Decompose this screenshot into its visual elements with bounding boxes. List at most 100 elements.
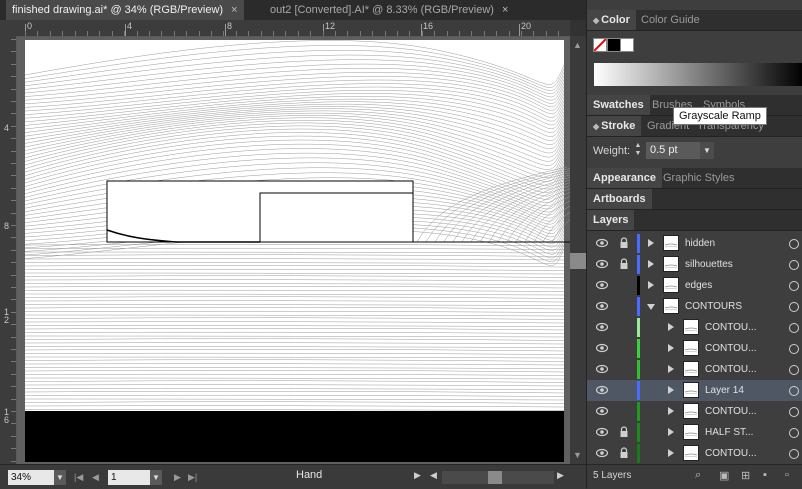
eye-icon[interactable] (595, 238, 609, 248)
layer-row[interactable]: CONTOU... (587, 338, 802, 360)
tab-stroke[interactable]: ◆ Stroke (587, 116, 642, 136)
disclosure-collapsed-icon[interactable] (648, 239, 654, 247)
layer-target-icon[interactable] (789, 239, 799, 249)
scroll-down-icon[interactable]: ▼ (573, 450, 582, 460)
weight-dropdown-chevron-icon[interactable]: ▼ (700, 142, 714, 159)
eye-icon[interactable] (595, 385, 609, 395)
disclosure-expanded-icon[interactable] (647, 304, 655, 310)
eye-icon[interactable] (595, 448, 609, 458)
disclosure-collapsed-icon[interactable] (668, 365, 674, 373)
none-fill-swatch[interactable] (593, 38, 607, 52)
disclosure-collapsed-icon[interactable] (668, 428, 674, 436)
disclosure-collapsed-icon[interactable] (648, 260, 654, 268)
layer-target-icon[interactable] (789, 386, 799, 396)
black-swatch[interactable] (607, 38, 621, 52)
eye-icon[interactable] (595, 406, 609, 416)
disclosure-collapsed-icon[interactable] (668, 386, 674, 394)
zoom-field[interactable]: 34% (8, 470, 54, 485)
next-artboard-icon[interactable]: ▶ (174, 470, 181, 485)
layer-row[interactable]: edges (587, 275, 802, 297)
horizontal-scroll-thumb[interactable] (488, 471, 502, 484)
eye-icon[interactable] (595, 427, 609, 437)
stroke-weight-field[interactable]: 0.5 pt (646, 142, 700, 159)
layer-row[interactable]: CONTOU... (587, 401, 802, 423)
scroll-left-icon[interactable]: ◀ (430, 470, 437, 481)
eye-icon[interactable] (595, 280, 609, 290)
layer-target-icon[interactable] (789, 260, 799, 270)
disclosure-collapsed-icon[interactable] (668, 323, 674, 331)
lock-icon[interactable] (619, 258, 629, 270)
layer-row[interactable]: Layer 14 (587, 380, 802, 402)
layer-target-icon[interactable] (789, 449, 799, 459)
eye-icon[interactable] (595, 364, 609, 374)
previous-artboard-icon[interactable]: ◀ (92, 470, 99, 485)
layer-target-icon[interactable] (789, 323, 799, 333)
tab-layers[interactable]: Layers (587, 210, 635, 230)
new-layer-icon[interactable]: ▪ (763, 469, 767, 481)
zoom-dropdown-chevron-icon[interactable]: ▼ (54, 470, 66, 485)
close-icon[interactable]: × (231, 4, 237, 16)
ruler-origin-corner[interactable] (0, 20, 16, 36)
artboard-dropdown-chevron-icon[interactable]: ▼ (150, 470, 162, 485)
close-icon[interactable]: × (502, 4, 508, 16)
document-tab-out2[interactable]: out2 [Converted].AI* @ 8.33% (RGB/Previe… (264, 0, 514, 20)
delete-layer-icon[interactable]: ▫ (785, 469, 789, 481)
lock-icon[interactable] (619, 447, 629, 459)
layer-row[interactable]: hidden (587, 233, 802, 255)
lock-toggle-empty[interactable] (619, 342, 629, 354)
artboard-drawing[interactable] (17, 37, 570, 464)
grayscale-ramp[interactable] (594, 63, 802, 86)
vertical-ruler[interactable]: 4 8 12 16 (0, 36, 17, 464)
lock-icon[interactable] (619, 426, 629, 438)
eye-icon[interactable] (595, 322, 609, 332)
layer-target-icon[interactable] (789, 428, 799, 438)
lock-toggle-empty[interactable] (619, 384, 629, 396)
tab-swatches[interactable]: Swatches (587, 95, 650, 115)
tab-color[interactable]: ◆ Color (587, 10, 636, 30)
document-tab-finished-drawing[interactable]: finished drawing.ai* @ 34% (RGB/Preview)… (6, 0, 244, 20)
disclosure-collapsed-icon[interactable] (668, 449, 674, 457)
tab-appearance[interactable]: Appearance (587, 168, 662, 188)
locate-object-icon[interactable]: ⌕ (695, 469, 701, 482)
weight-stepper[interactable]: ▲ ▼ (632, 142, 644, 159)
last-artboard-icon[interactable]: ▶| (188, 470, 197, 485)
eye-icon[interactable] (595, 301, 609, 311)
new-sublayer-icon[interactable]: ⊞ (741, 469, 750, 482)
disclosure-collapsed-icon[interactable] (668, 344, 674, 352)
make-clipping-mask-icon[interactable]: ▣ (719, 469, 729, 482)
layer-row[interactable]: silhouettes (587, 254, 802, 276)
layer-target-icon[interactable] (789, 344, 799, 354)
first-artboard-icon[interactable]: |◀ (74, 470, 83, 485)
layer-target-icon[interactable] (789, 407, 799, 417)
white-swatch[interactable] (620, 38, 634, 52)
artboard-number-field[interactable]: 1 (108, 470, 150, 485)
canvas-area[interactable] (17, 37, 570, 464)
disclosure-collapsed-icon[interactable] (668, 407, 674, 415)
layer-target-icon[interactable] (789, 365, 799, 375)
vertical-scrollbar[interactable]: ▲ ▼ (570, 36, 586, 464)
scroll-right-icon[interactable]: ▶ (557, 470, 564, 481)
layer-target-icon[interactable] (789, 281, 799, 291)
layer-target-icon[interactable] (789, 302, 799, 312)
eye-icon[interactable] (595, 343, 609, 353)
lock-icon[interactable] (619, 237, 629, 249)
tab-graphic-styles[interactable]: Graphic Styles (657, 168, 741, 188)
status-menu-icon[interactable]: ▶ (414, 470, 421, 481)
lock-toggle-empty[interactable] (619, 279, 629, 291)
eye-icon[interactable] (595, 259, 609, 269)
vertical-scroll-thumb[interactable] (570, 253, 586, 269)
horizontal-scrollbar[interactable] (442, 471, 554, 484)
lock-toggle-empty[interactable] (619, 405, 629, 417)
lock-toggle-empty[interactable] (619, 363, 629, 375)
disclosure-collapsed-icon[interactable] (648, 281, 654, 289)
lock-toggle-empty[interactable] (619, 300, 629, 312)
scroll-up-icon[interactable]: ▲ (573, 40, 582, 50)
layer-row[interactable]: CONTOU... (587, 359, 802, 381)
layer-row[interactable]: CONTOU... (587, 317, 802, 339)
lock-toggle-empty[interactable] (619, 321, 629, 333)
layer-row[interactable]: CONTOURS (587, 296, 802, 318)
tab-color-guide[interactable]: Color Guide (635, 10, 706, 30)
horizontal-ruler[interactable]: 0 4 8 12 16 20 (16, 20, 570, 37)
tab-artboards[interactable]: Artboards (587, 189, 652, 209)
layer-row[interactable]: HALF ST... (587, 422, 802, 444)
